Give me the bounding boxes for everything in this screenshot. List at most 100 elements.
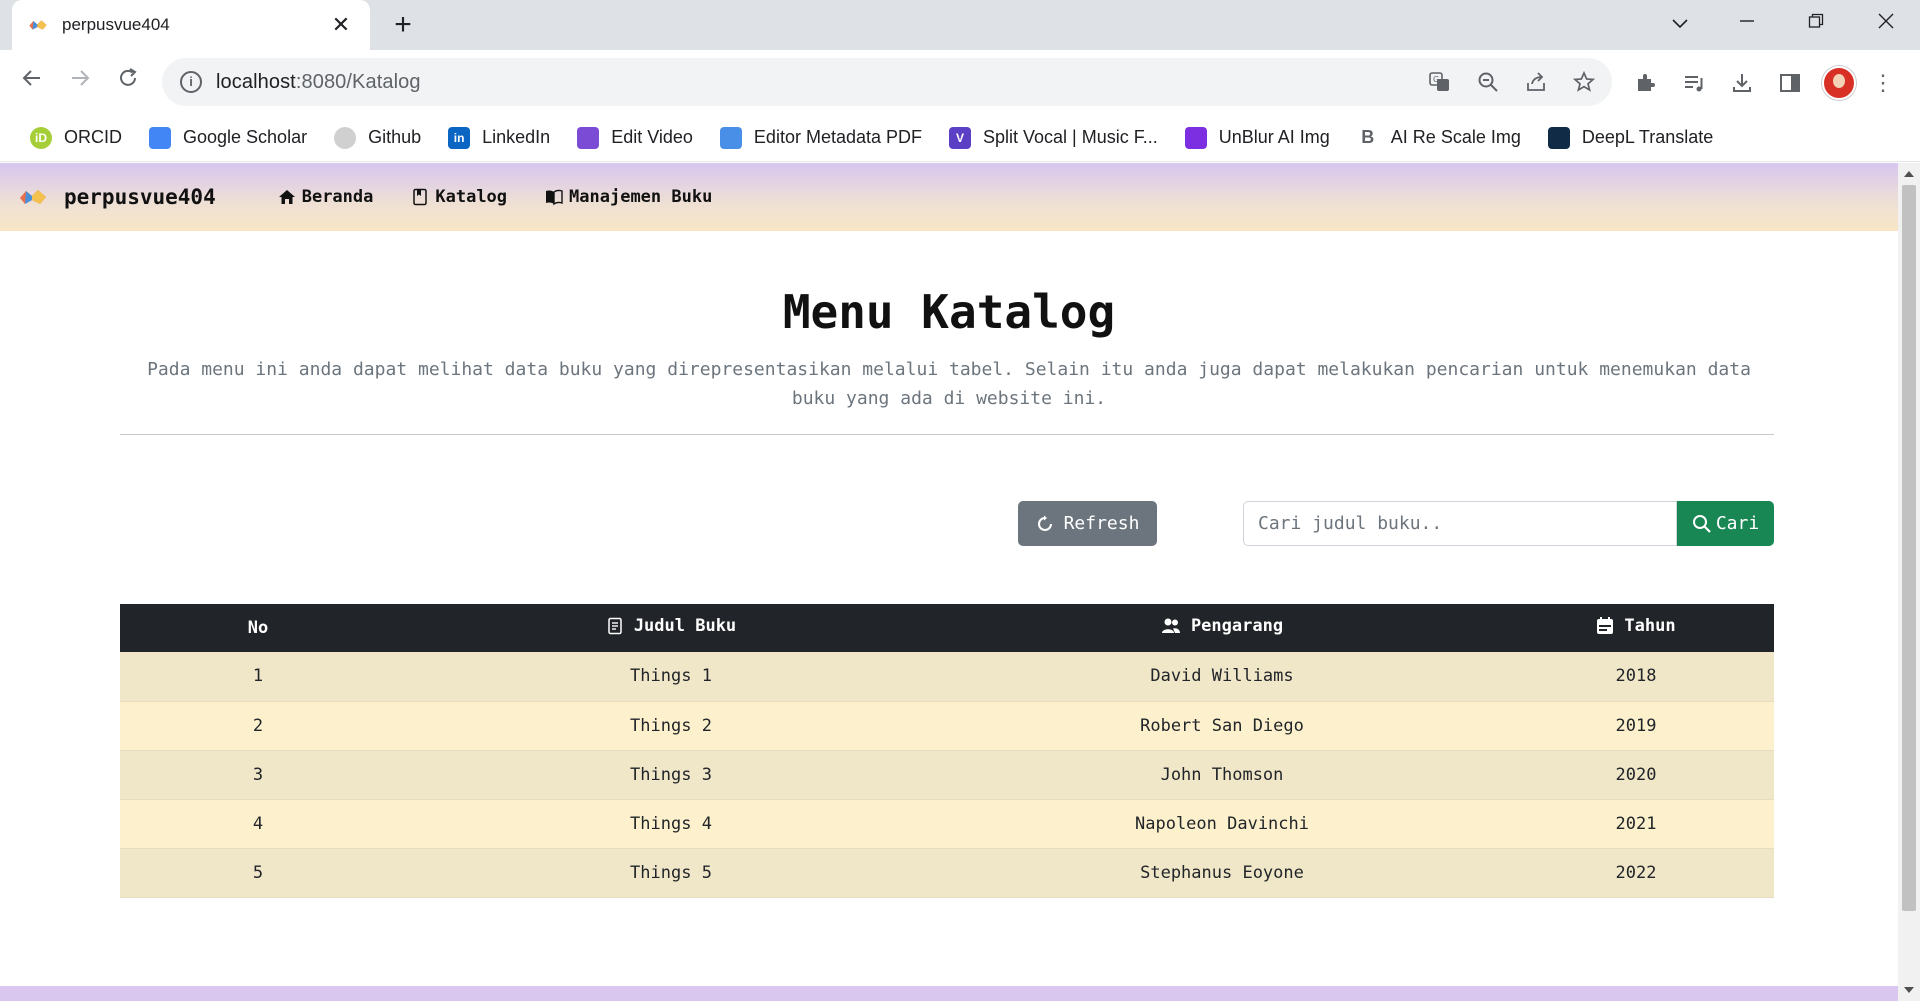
- edit-video-icon: [577, 126, 600, 149]
- address-bar[interactable]: i localhost:8080/Katalog G: [162, 58, 1612, 106]
- search-button[interactable]: Cari: [1677, 501, 1774, 546]
- restore-icon[interactable]: [1796, 8, 1836, 38]
- bookmark-item[interactable]: iD ORCID: [20, 120, 132, 156]
- nav-link-manajemen-buku[interactable]: Manajemen Buku: [545, 187, 712, 207]
- bookmark-label: ORCID: [64, 127, 122, 147]
- page-title: Menu Katalog: [782, 285, 1116, 339]
- footer: [0, 986, 1898, 1001]
- bookmark-label: AI Re Scale Img: [1390, 127, 1521, 147]
- table-cell: Robert San Diego: [1140, 715, 1304, 736]
- bookmark-item[interactable]: B AI Re Scale Img: [1347, 120, 1531, 156]
- forward-icon[interactable]: [64, 66, 96, 98]
- new-tab-button[interactable]: +: [386, 9, 420, 43]
- refresh-icon: [1037, 515, 1052, 531]
- bookmarks-bar: iD ORCID Google Scholar Github in LinkedIn Edi…: [0, 114, 1920, 162]
- zoom-icon[interactable]: [1472, 66, 1504, 98]
- table-row: 2 Things 2 Robert San Diego 2019: [120, 701, 1774, 750]
- brand-logo-icon: [20, 190, 46, 204]
- column-header-no: No: [247, 618, 269, 638]
- page-description: Pada menu ini anda dapat melihat data bu…: [147, 359, 1751, 409]
- close-window-icon[interactable]: [1866, 8, 1906, 38]
- bookmark-label: LinkedIn: [482, 127, 551, 147]
- table-cell: 2020: [1615, 764, 1657, 785]
- people-icon: [1161, 618, 1180, 633]
- bookmark-label: Edit Video: [611, 127, 693, 147]
- media-queue-icon[interactable]: [1678, 67, 1710, 99]
- browser-tabstrip: perpusvue404 ✕ +: [0, 0, 1920, 50]
- site-logo-icon: [29, 20, 47, 30]
- bookmark-book-icon: [411, 188, 429, 206]
- bookmark-item[interactable]: Edit Video: [567, 120, 703, 156]
- table-row: 1 Things 1 David Williams 2018: [120, 652, 1774, 701]
- site-info-icon[interactable]: i: [180, 71, 202, 93]
- bookmark-label: Google Scholar: [183, 127, 308, 147]
- scroll-down-arrow[interactable]: [1904, 987, 1914, 993]
- ai-rescale-icon: B: [1356, 126, 1379, 149]
- browser-toolbar: i localhost:8080/Katalog G ⋮: [0, 50, 1920, 114]
- profile-avatar[interactable]: [1822, 66, 1856, 100]
- tab-close-icon[interactable]: ✕: [328, 12, 354, 38]
- table-cell: Things 5: [630, 862, 712, 883]
- table-row: 5 Things 5 Stephanus Eoyone 2022: [120, 848, 1774, 897]
- scroll-up-arrow[interactable]: [1904, 171, 1914, 177]
- brand[interactable]: perpusvue404: [18, 185, 216, 209]
- bookmark-item[interactable]: in LinkedIn: [438, 120, 560, 156]
- reload-icon[interactable]: [112, 66, 144, 98]
- bookmark-item[interactable]: Editor Metadata PDF: [710, 120, 932, 156]
- side-panel-icon[interactable]: [1774, 67, 1806, 99]
- scroll-thumb[interactable]: [1902, 185, 1916, 911]
- table-cell: 2022: [1615, 862, 1657, 883]
- calendar-icon: [1597, 617, 1614, 634]
- page-viewport: perpusvue404 Beranda Katalog Manajemen B…: [0, 163, 1898, 1001]
- url-text: localhost:8080/Katalog: [216, 70, 421, 93]
- table-cell: 2021: [1615, 813, 1657, 834]
- github-icon: [334, 126, 357, 149]
- journal-icon: [608, 617, 622, 635]
- column-header-judul: Judul Buku: [396, 604, 946, 652]
- share-icon[interactable]: [1520, 66, 1552, 98]
- table-cell: Things 3: [630, 764, 712, 785]
- table-cell: 1: [252, 666, 264, 687]
- app-navbar: perpusvue404 Beranda Katalog Manajemen B…: [0, 163, 1898, 231]
- table-row: 4 Things 4 Napoleon Davinchi 2021: [120, 799, 1774, 848]
- back-icon[interactable]: [16, 66, 48, 98]
- translate-icon[interactable]: G: [1424, 66, 1456, 98]
- bookmark-item[interactable]: DeepL Translate: [1538, 120, 1723, 156]
- bookmark-label: Split Vocal | Music F...: [983, 127, 1158, 147]
- table-cell: 2019: [1615, 715, 1657, 736]
- minimize-icon[interactable]: [1727, 8, 1767, 38]
- bookmark-star-icon[interactable]: [1568, 66, 1600, 98]
- orcid-icon: iD: [30, 126, 52, 149]
- bookmark-item[interactable]: Google Scholar: [139, 120, 317, 156]
- nav-link-beranda[interactable]: Beranda: [278, 187, 373, 207]
- table-cell: 2018: [1615, 666, 1657, 687]
- search-input[interactable]: [1243, 501, 1677, 546]
- brand-name: perpusvue404: [64, 185, 216, 209]
- chevron-down-icon[interactable]: [1660, 8, 1700, 38]
- bookmark-item[interactable]: UnBlur AI Img: [1175, 120, 1340, 156]
- refresh-button[interactable]: Refresh: [1018, 501, 1157, 546]
- bookmark-label: Editor Metadata PDF: [753, 127, 922, 147]
- table-cell: John Thomson: [1160, 764, 1284, 785]
- column-header-pengarang: Pengarang: [946, 604, 1498, 652]
- bookmark-item[interactable]: V Split Vocal | Music F...: [939, 120, 1168, 156]
- refresh-label: Refresh: [1063, 513, 1140, 534]
- search-icon: [1692, 514, 1711, 533]
- table-cell: Napoleon Davinchi: [1135, 813, 1309, 834]
- bookmark-label: UnBlur AI Img: [1218, 127, 1330, 147]
- tab-title: perpusvue404: [62, 15, 170, 34]
- divider: [120, 434, 1774, 435]
- bookmark-item[interactable]: Github: [324, 120, 431, 156]
- page-scrollbar[interactable]: [1898, 163, 1920, 1001]
- menu-kebab-icon[interactable]: ⋮: [1872, 70, 1894, 96]
- deepl-icon: [1547, 126, 1570, 149]
- browser-tab[interactable]: perpusvue404 ✕: [12, 0, 370, 50]
- extensions-icon[interactable]: [1630, 67, 1662, 99]
- nav-link-katalog[interactable]: Katalog: [411, 187, 507, 207]
- svg-text:G: G: [1433, 75, 1439, 84]
- download-icon[interactable]: [1726, 67, 1758, 99]
- table-cell: Things 2: [630, 715, 712, 736]
- bookmark-label: Github: [368, 127, 422, 147]
- book-table: No Judul Buku Pengarang Tahun 1 Things 1…: [120, 604, 1774, 898]
- table-row: 3 Things 3 John Thomson 2020: [120, 750, 1774, 799]
